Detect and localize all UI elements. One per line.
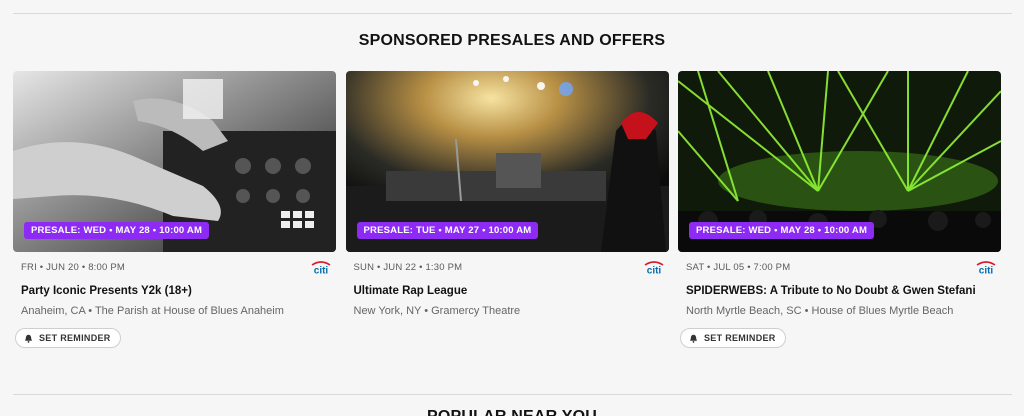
section-title: SPONSORED PRESALES AND OFFERS <box>358 32 666 49</box>
event-image[interactable]: PRESALE: WED • MAY 28 • 10:00 AM <box>13 71 336 252</box>
event-date: FRI • JUN 20 • 8:00 PM <box>21 261 125 273</box>
event-venue: New York, NY • Gramercy Theatre <box>353 305 521 317</box>
presale-badge: PRESALE: WED • MAY 28 • 10:00 AM <box>689 222 875 239</box>
citi-logo-icon: citi <box>976 261 996 275</box>
set-reminder-button[interactable]: SET REMINDER <box>680 328 786 348</box>
citi-logo-icon: citi <box>311 261 331 275</box>
meta-row: FRI • JUN 20 • 8:00 PM citi <box>13 261 336 275</box>
svg-text:citi: citi <box>314 266 329 275</box>
svg-text:citi: citi <box>979 266 994 275</box>
event-title[interactable]: SPIDERWEBS: A Tribute to No Doubt & Gwen… <box>678 283 988 300</box>
divider-top <box>13 13 1012 14</box>
reminder-label: SET REMINDER <box>39 333 111 343</box>
meta-row: SUN • JUN 22 • 1:30 PM citi <box>346 261 669 275</box>
card-list: PRESALE: WED • MAY 28 • 10:00 AM FRI • J… <box>13 71 1001 348</box>
citi-logo-icon: citi <box>644 261 663 275</box>
event-venue: North Myrtle Beach, SC • House of Blues … <box>686 305 954 317</box>
event-image[interactable]: PRESALE: WED • MAY 28 • 10:00 AM <box>678 71 1001 252</box>
bell-icon <box>690 334 697 343</box>
meta-row: SAT • JUL 05 • 7:00 PM citi <box>678 261 1001 275</box>
set-reminder-button[interactable]: SET REMINDER <box>15 328 121 348</box>
bell-icon <box>25 334 32 343</box>
reminder-label: SET REMINDER <box>704 333 776 343</box>
event-venue: Anaheim, CA • The Parish at House of Blu… <box>21 305 284 317</box>
event-date: SAT • JUL 05 • 7:00 PM <box>686 261 791 273</box>
event-image[interactable]: PRESALE: TUE • MAY 27 • 10:00 AM <box>345 71 669 252</box>
next-section-title: POPULAR NEAR YOU <box>0 408 1024 416</box>
divider-bottom <box>13 394 1012 395</box>
presales-section: SPONSORED PRESALES AND OFFERS PRESALE: W… <box>0 0 1024 416</box>
event-card[interactable]: PRESALE: WED • MAY 28 • 10:00 AM SAT • J… <box>678 71 1001 348</box>
presale-badge: PRESALE: WED • MAY 28 • 10:00 AM <box>24 222 210 239</box>
event-title[interactable]: Ultimate Rap League <box>346 283 656 300</box>
presale-badge: PRESALE: TUE • MAY 27 • 10:00 AM <box>356 222 539 239</box>
event-card[interactable]: PRESALE: TUE • MAY 27 • 10:00 AM SUN • J… <box>345 71 669 348</box>
event-date: SUN • JUN 22 • 1:30 PM <box>353 261 463 273</box>
event-title[interactable]: Party Iconic Presents Y2k (18+) <box>13 283 323 300</box>
event-card[interactable]: PRESALE: WED • MAY 28 • 10:00 AM FRI • J… <box>13 71 336 348</box>
svg-text:citi: citi <box>646 266 661 275</box>
